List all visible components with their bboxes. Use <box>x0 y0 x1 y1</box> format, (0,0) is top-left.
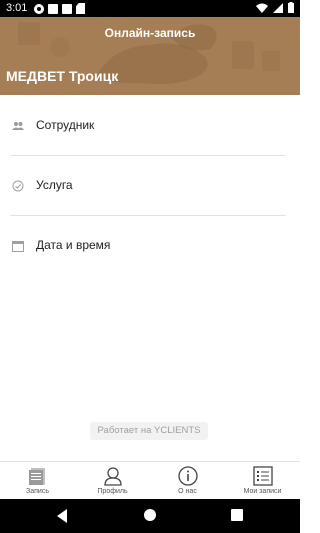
status-notifications <box>34 3 85 14</box>
status-system-icons <box>256 2 294 13</box>
menu-item-label: Услуга <box>36 178 73 192</box>
gear-icon <box>34 3 44 14</box>
menu-item-datetime[interactable]: Дата и время <box>0 216 300 276</box>
nav-tab-label: Запись <box>26 488 49 495</box>
signal-icon <box>273 2 283 13</box>
menu-item-label: Дата и время <box>36 238 111 252</box>
nav-tab-profile[interactable]: Профиль <box>75 462 150 499</box>
menu-item-label: Сотрудник <box>36 118 95 132</box>
nav-tab-about[interactable]: О нас <box>150 462 225 499</box>
menu-item-staff[interactable]: Сотрудник <box>0 96 300 156</box>
staff-icon <box>12 122 24 130</box>
calendar-icon <box>12 241 24 252</box>
nav-tab-label: О нас <box>178 488 197 495</box>
page-title: Онлайн-запись <box>104 26 196 40</box>
person-icon <box>103 467 122 486</box>
battery-icon <box>288 2 294 13</box>
document-icon <box>28 468 45 485</box>
list-icon <box>252 466 273 486</box>
nav-tab-my-bookings[interactable]: Мои записи <box>225 462 300 499</box>
system-navigation-bar <box>0 499 300 533</box>
powered-by-badge[interactable]: Работает на YCLIENTS <box>90 422 208 440</box>
nav-tab-label: Мои записи <box>243 488 282 495</box>
clinic-name: МЕДВЕТ Троицк <box>6 68 119 84</box>
bottom-navigation: Запись Профиль О нас Мои записи <box>0 461 300 499</box>
nav-tab-booking[interactable]: Запись <box>0 462 75 499</box>
header: Онлайн-запись МЕДВЕТ Троицк <box>0 17 300 95</box>
sd-card-icon <box>76 3 85 14</box>
check-circle-icon <box>12 180 24 192</box>
nav-tab-label: Профиль <box>97 488 128 495</box>
status-bar: 3:01 <box>0 0 300 17</box>
square-icon <box>62 3 72 14</box>
recent-apps-icon[interactable] <box>231 509 243 521</box>
wifi-icon <box>256 3 268 13</box>
home-icon[interactable] <box>144 509 156 521</box>
square-icon <box>48 3 58 14</box>
menu-item-service[interactable]: Услуга <box>0 156 300 216</box>
info-icon <box>177 466 198 486</box>
back-icon[interactable] <box>57 509 67 523</box>
status-time: 3:01 <box>6 2 28 14</box>
